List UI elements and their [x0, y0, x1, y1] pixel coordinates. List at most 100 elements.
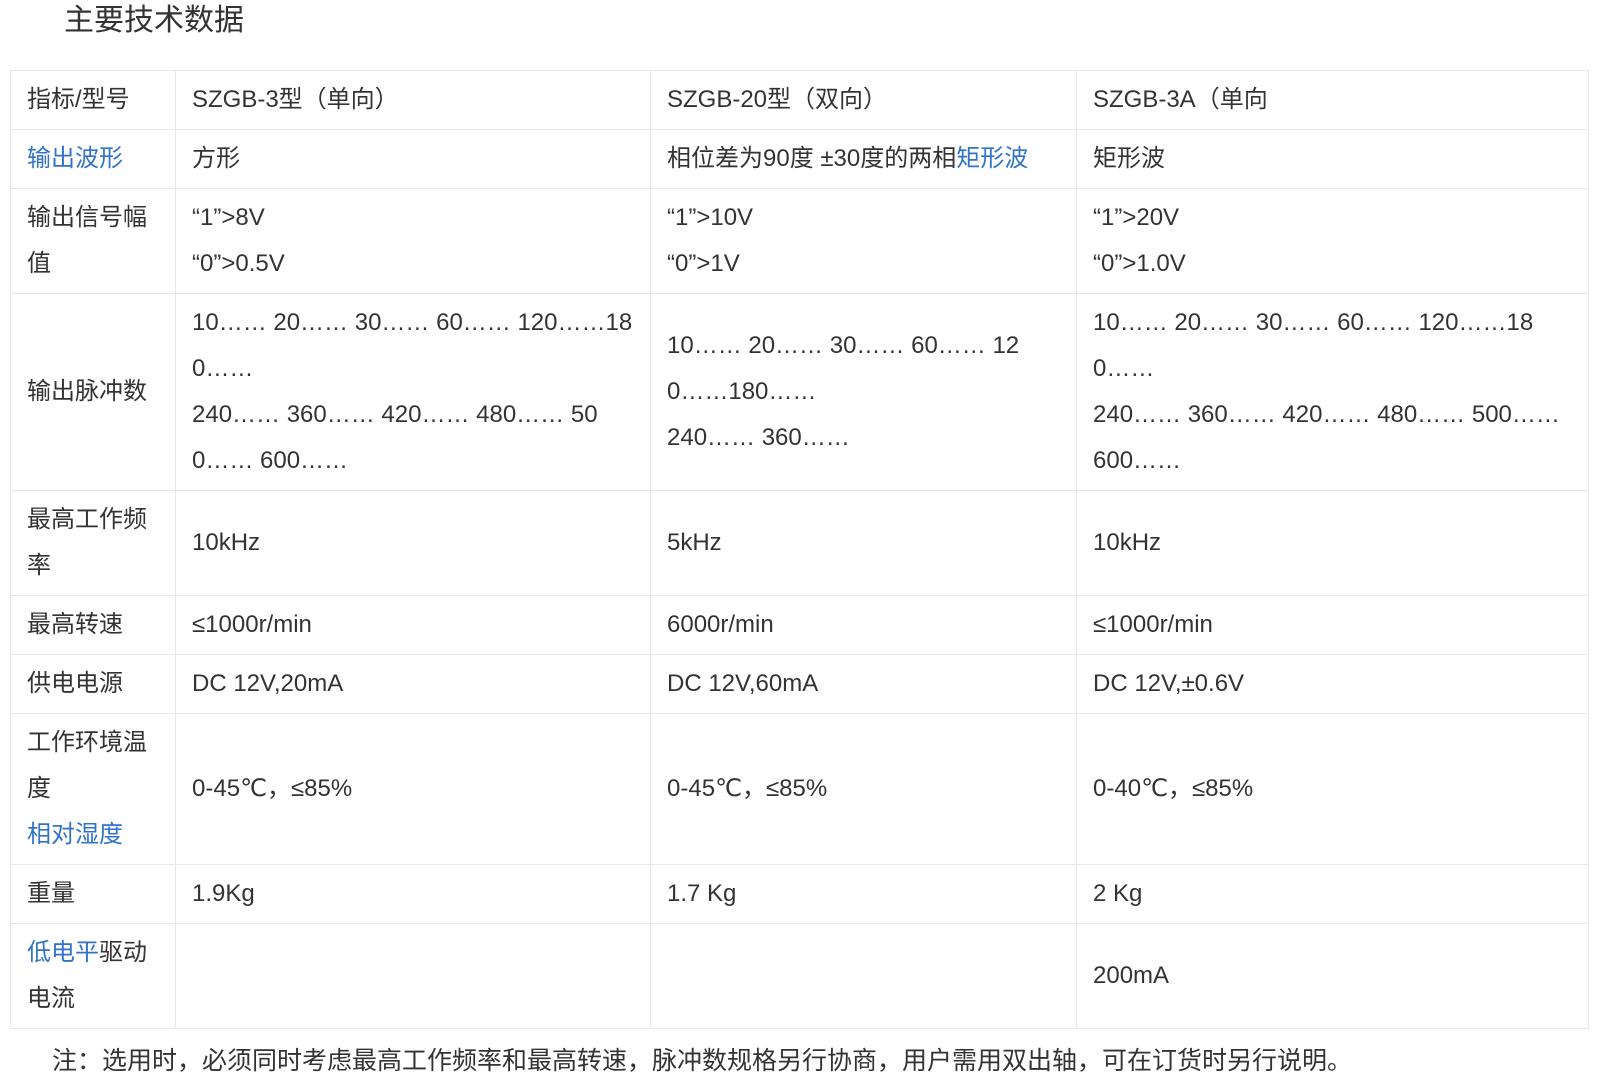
text-segment: “0”>1V: [667, 250, 740, 277]
text-segment: DC 12V,60mA: [667, 670, 818, 697]
value-cell-line: 10…… 20…… 30…… 60…… 120……180……: [192, 300, 634, 392]
value-cell-line: “0”>1V: [667, 241, 1060, 287]
value-cell-line: ≤1000r/min: [1093, 602, 1572, 648]
value-cell-line: “0”>1.0V: [1093, 241, 1572, 287]
text-segment: “0”>1.0V: [1093, 250, 1186, 277]
table-row-output-pulse-count: 输出脉冲数 10…… 20…… 30…… 60…… 120……180…… 240………: [11, 294, 1589, 491]
text-segment: 0-40℃，≤85%: [1093, 775, 1253, 802]
text-segment: “1”>8V: [192, 204, 265, 231]
text-segment: 10…… 20…… 30…… 60…… 120……180……: [192, 309, 632, 382]
table-row-max-working-frequency: 最高工作频率 10kHz 5kHz 10kHz: [11, 491, 1589, 596]
value-cell-line: “0”>0.5V: [192, 241, 634, 287]
text-segment: 10kHz: [1093, 529, 1161, 556]
value-cell-line: 5kHz: [667, 520, 1060, 566]
table-row-weight: 重量 1.9Kg 1.7 Kg 2 Kg: [11, 865, 1589, 924]
term-link[interactable]: 相对湿度: [27, 821, 123, 848]
text-segment: ≤1000r/min: [192, 611, 312, 638]
value-cell-line: 10…… 20…… 30…… 60…… 120……180……: [667, 323, 1060, 415]
value-cell-output-waveform-col1: 相位差为90度 ±30度的两相矩形波: [651, 130, 1077, 189]
value-cell-line: 200mA: [1093, 953, 1572, 999]
text-segment: 输出脉冲数: [27, 378, 147, 405]
value-cell-power-supply-col0: DC 12V,20mA: [176, 655, 651, 714]
text-segment: 10kHz: [192, 529, 260, 556]
row-label-power-supply: 供电电源: [11, 655, 176, 714]
value-cell-line: 10kHz: [192, 520, 634, 566]
text-segment: 240…… 360…… 420…… 480…… 500…… 600……: [1093, 401, 1560, 474]
row-label-output-waveform: 输出波形: [11, 130, 176, 189]
header-row: 指标/型号SZGB-3型（单向）SZGB-20型（双向）SZGB-3A（单向: [11, 71, 1589, 130]
value-cell-line: 0-40℃，≤85%: [1093, 766, 1572, 812]
text-segment: 10…… 20…… 30…… 60…… 120……180……: [667, 332, 1019, 405]
value-cell-output-signal-amplitude-col1: “1”>10V“0”>1V: [651, 189, 1077, 294]
row-label-weight: 重量: [11, 865, 176, 924]
row-label-line: 输出信号幅值: [27, 195, 159, 287]
text-segment: 最高转速: [27, 611, 123, 638]
text-segment: 相位差为90度 ±30度的两相: [667, 145, 956, 172]
text-segment: 240…… 360……: [667, 424, 850, 451]
value-cell-line: 方形: [192, 136, 634, 182]
row-label-line: 低电平驱动电流: [27, 930, 159, 1022]
row-label-line: 输出波形: [27, 136, 159, 182]
value-cell-max-working-frequency-col0: 10kHz: [176, 491, 651, 596]
value-cell-line: 240…… 360…… 420…… 480…… 500…… 600……: [1093, 392, 1572, 484]
value-cell-weight-col2: 2 Kg: [1077, 865, 1589, 924]
row-label-max-working-frequency: 最高工作频率: [11, 491, 176, 596]
row-label-line: 输出脉冲数: [27, 369, 159, 415]
value-cell-weight-col1: 1.7 Kg: [651, 865, 1077, 924]
text-segment: 方形: [192, 145, 240, 172]
specs-table-body: 输出波形方形相位差为90度 ±30度的两相矩形波矩形波输出信号幅值“1”>8V“…: [11, 130, 1589, 1029]
value-cell-line: 6000r/min: [667, 602, 1060, 648]
text-segment: 240…… 360…… 420…… 480…… 500…… 600……: [192, 401, 598, 474]
term-link[interactable]: 输出波形: [27, 145, 123, 172]
text-segment: 6000r/min: [667, 611, 774, 638]
value-cell-line: DC 12V,60mA: [667, 661, 1060, 707]
value-cell-line: 240…… 360……: [667, 415, 1060, 461]
value-cell-line: 0-45℃，≤85%: [667, 766, 1060, 812]
text-segment: DC 12V,±0.6V: [1093, 670, 1244, 697]
text-segment: 重量: [27, 880, 75, 907]
text-segment: 输出信号幅值: [27, 204, 147, 277]
row-label-output-pulse-count: 输出脉冲数: [11, 294, 176, 491]
value-cell-output-pulse-count-col1: 10…… 20…… 30…… 60…… 120……180…… 240…… 360……: [651, 294, 1077, 491]
value-cell-line: DC 12V,20mA: [192, 661, 634, 707]
row-label-line: 相对湿度: [27, 812, 159, 858]
value-cell-working-environment-col0: 0-45℃，≤85%: [176, 714, 651, 865]
value-cell-low-level-drive-current-col2: 200mA: [1077, 924, 1589, 1029]
value-cell-output-waveform-col0: 方形: [176, 130, 651, 189]
row-label-line: 最高转速: [27, 602, 159, 648]
text-segment: 0-45℃，≤85%: [667, 775, 827, 802]
term-link[interactable]: 矩形波: [956, 145, 1028, 172]
value-cell-output-pulse-count-col0: 10…… 20…… 30…… 60…… 120……180…… 240…… 360……: [176, 294, 651, 491]
value-cell-max-working-frequency-col1: 5kHz: [651, 491, 1077, 596]
row-label-low-level-drive-current: 低电平驱动电流: [11, 924, 176, 1029]
text-segment: 0-45℃，≤85%: [192, 775, 352, 802]
text-segment: 1.7 Kg: [667, 880, 736, 907]
footnote: 注：选用时，必须同时考虑最高工作频率和最高转速，脉冲数规格另行协商，用户需用双出…: [52, 1043, 1605, 1079]
row-label-line: 工作环境温度: [27, 720, 159, 812]
value-cell-line: 10kHz: [1093, 520, 1572, 566]
value-cell-max-speed-col0: ≤1000r/min: [176, 596, 651, 655]
value-cell-line: 0-45℃，≤85%: [192, 766, 634, 812]
value-cell-low-level-drive-current-col1: [651, 924, 1077, 1029]
value-cell-line: 10…… 20…… 30…… 60…… 120……180……: [1093, 300, 1572, 392]
row-label-line: 重量: [27, 871, 159, 917]
table-row-low-level-drive-current: 低电平驱动电流 200mA: [11, 924, 1589, 1029]
text-segment: 1.9Kg: [192, 880, 255, 907]
term-link[interactable]: 低电平: [27, 939, 99, 966]
text-segment: 2 Kg: [1093, 880, 1142, 907]
row-label-working-environment: 工作环境温度相对湿度: [11, 714, 176, 865]
row-label-output-signal-amplitude: 输出信号幅值: [11, 189, 176, 294]
column-header-2: SZGB-20型（双向）: [651, 71, 1077, 130]
value-cell-output-signal-amplitude-col0: “1”>8V “0”>0.5V: [176, 189, 651, 294]
value-cell-weight-col0: 1.9Kg: [176, 865, 651, 924]
value-cell-line: 1.9Kg: [192, 871, 634, 917]
text-segment: 5kHz: [667, 529, 722, 556]
value-cell-line: 1.7 Kg: [667, 871, 1060, 917]
text-segment: 10…… 20…… 30…… 60…… 120……180……: [1093, 309, 1533, 382]
value-cell-line: 矩形波: [1093, 136, 1572, 182]
table-row-power-supply: 供电电源 DC 12V,20mA DC 12V,60mA DC 12V,±0.6V: [11, 655, 1589, 714]
value-cell-working-environment-col1: 0-45℃，≤85%: [651, 714, 1077, 865]
text-segment: DC 12V,20mA: [192, 670, 343, 697]
text-segment: 矩形波: [1093, 145, 1165, 172]
value-cell-power-supply-col2: DC 12V,±0.6V: [1077, 655, 1589, 714]
